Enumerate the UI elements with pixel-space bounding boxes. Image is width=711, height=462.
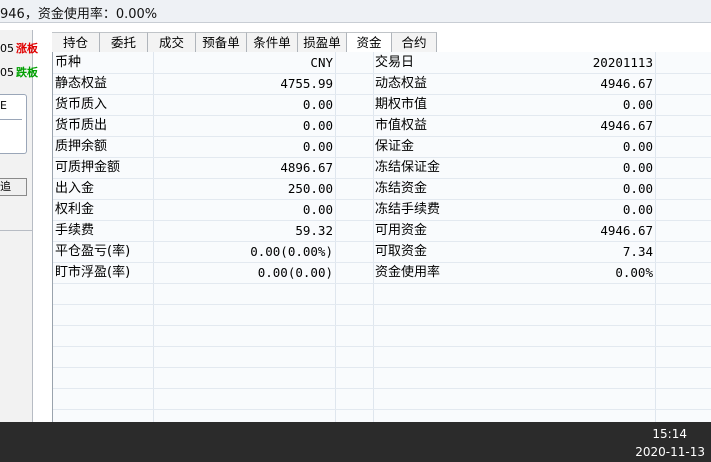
table-row[interactable]: 币种 CNY 交易日 20201113 — [53, 52, 711, 74]
fund-value: 0.00(0.00) — [257, 265, 333, 280]
fund-label: 交易日 — [375, 55, 415, 70]
fund-label: 期权市值 — [375, 97, 428, 112]
table-row[interactable]: 质押余额 0.00 保证金 0.00 — [53, 136, 711, 158]
tab-contracts[interactable]: 合约 — [392, 32, 437, 52]
fund-value: CNY — [310, 55, 333, 70]
fund-value: 0.00 — [622, 181, 653, 196]
table-row-empty — [53, 346, 711, 368]
table-row[interactable]: 可质押金额 4896.67 冻结保证金 0.00 — [53, 157, 711, 179]
fund-value: 250.00 — [287, 181, 333, 196]
fund-value: 59.32 — [295, 223, 333, 238]
fund-label: 可质押金额 — [55, 160, 121, 175]
fund-value: 0.00(0.00%) — [250, 244, 333, 259]
limit-up-row[interactable]: 05 涨板 — [0, 40, 38, 56]
fund-label: 动态权益 — [375, 76, 428, 91]
fund-value: 4755.99 — [280, 76, 333, 91]
fund-label: 静态权益 — [55, 76, 108, 91]
fund-value: 20201113 — [592, 55, 653, 70]
tab-stop-profit-orders[interactable]: 损盈单 — [298, 32, 347, 52]
table-row-empty — [53, 304, 711, 326]
tab-prepared-orders[interactable]: 预备单 — [196, 32, 247, 52]
fund-value: 0.00 — [622, 202, 653, 217]
tab-orders[interactable]: 委托 — [100, 32, 148, 52]
table-row-empty — [53, 325, 711, 347]
fund-label: 冻结资金 — [375, 181, 428, 196]
order-box-divider — [0, 119, 22, 120]
table-row[interactable]: 静态权益 4755.99 动态权益 4946.67 — [53, 73, 711, 95]
table-row[interactable]: 货币质入 0.00 期权市值 0.00 — [53, 94, 711, 116]
table-row[interactable]: 手续费 59.32 可用资金 4946.67 — [53, 220, 711, 242]
fund-label: 货币质出 — [55, 118, 108, 133]
table-row-empty — [53, 388, 711, 410]
fund-value: 0.00 — [302, 118, 333, 133]
fund-value: 0.00 — [622, 97, 653, 112]
fund-label: 质押余额 — [55, 139, 108, 154]
fund-label: 冻结保证金 — [375, 160, 441, 175]
fund-label: 权利金 — [55, 202, 95, 217]
limit-up-price: 05 — [0, 42, 14, 55]
fund-label: 市值权益 — [375, 118, 428, 133]
fund-value: 0.00 — [622, 139, 653, 154]
fund-label: 平仓盈亏(率) — [55, 244, 131, 259]
tab-trades[interactable]: 成交 — [148, 32, 196, 52]
fund-value: 4896.67 — [280, 160, 333, 175]
fund-label: 盯市浮盈(率) — [55, 265, 131, 280]
table-row[interactable]: 盯市浮盈(率) 0.00(0.00) 资金使用率 0.00% — [53, 262, 711, 284]
fund-value: 0.00 — [622, 160, 653, 175]
status-bar: 946，资金使用率：0.00% — [0, 0, 711, 23]
fund-label: 保证金 — [375, 139, 415, 154]
fund-label: 资金使用率 — [375, 265, 441, 280]
fund-value: 0.00 — [302, 97, 333, 112]
fund-label: 手续费 — [55, 223, 95, 238]
fund-value: 4946.67 — [600, 76, 653, 91]
taskbar: 15:14 2020-11-13 — [0, 422, 711, 462]
fund-value: 4946.67 — [600, 223, 653, 238]
table-row[interactable]: 权利金 0.00 冻结手续费 0.00 — [53, 199, 711, 221]
chase-button[interactable]: 追 — [0, 178, 27, 196]
fund-label: 冻结手续费 — [375, 202, 441, 217]
tab-funds[interactable]: 资金 — [347, 32, 392, 54]
limit-down-row[interactable]: 05 跌板 — [0, 64, 38, 80]
left-quote-panel: 05 涨板 05 跌板 E 追 — [0, 30, 38, 422]
clock-date[interactable]: 2020-11-13 — [635, 445, 705, 459]
fund-value: 0.00% — [615, 265, 653, 280]
order-box-label: E — [0, 99, 7, 112]
table-row[interactable]: 平仓盈亏(率) 0.00(0.00%) 可取资金 7.34 — [53, 241, 711, 263]
left-panel-divider — [0, 230, 32, 231]
funds-table: 币种 CNY 交易日 20201113 静态权益 4755.99 动态权益 49… — [52, 52, 711, 422]
fund-value: 0.00 — [302, 202, 333, 217]
fund-label: 币种 — [55, 55, 82, 70]
account-summary-text: 946，资金使用率：0.00% — [0, 7, 158, 22]
account-tabs: 持仓 委托 成交 预备单 条件单 损盈单 资金 合约 — [52, 32, 711, 54]
clock-time[interactable]: 15:14 — [652, 427, 687, 441]
order-input-box[interactable]: E — [0, 94, 27, 154]
fund-label: 出入金 — [55, 181, 95, 196]
tab-positions[interactable]: 持仓 — [52, 32, 100, 52]
tab-conditional-orders[interactable]: 条件单 — [247, 32, 298, 52]
fund-label: 货币质入 — [55, 97, 108, 112]
limit-up-label: 涨板 — [16, 42, 38, 55]
table-row[interactable]: 货币质出 0.00 市值权益 4946.67 — [53, 115, 711, 137]
fund-value: 0.00 — [302, 139, 333, 154]
table-row-empty — [53, 367, 711, 389]
table-row[interactable]: 出入金 250.00 冻结资金 0.00 — [53, 178, 711, 200]
limit-down-label: 跌板 — [16, 66, 38, 79]
limit-down-price: 05 — [0, 66, 14, 79]
fund-label: 可用资金 — [375, 223, 428, 238]
table-row-empty — [53, 283, 711, 305]
fund-value: 4946.67 — [600, 118, 653, 133]
fund-label: 可取资金 — [375, 244, 428, 259]
fund-value: 7.34 — [622, 244, 653, 259]
